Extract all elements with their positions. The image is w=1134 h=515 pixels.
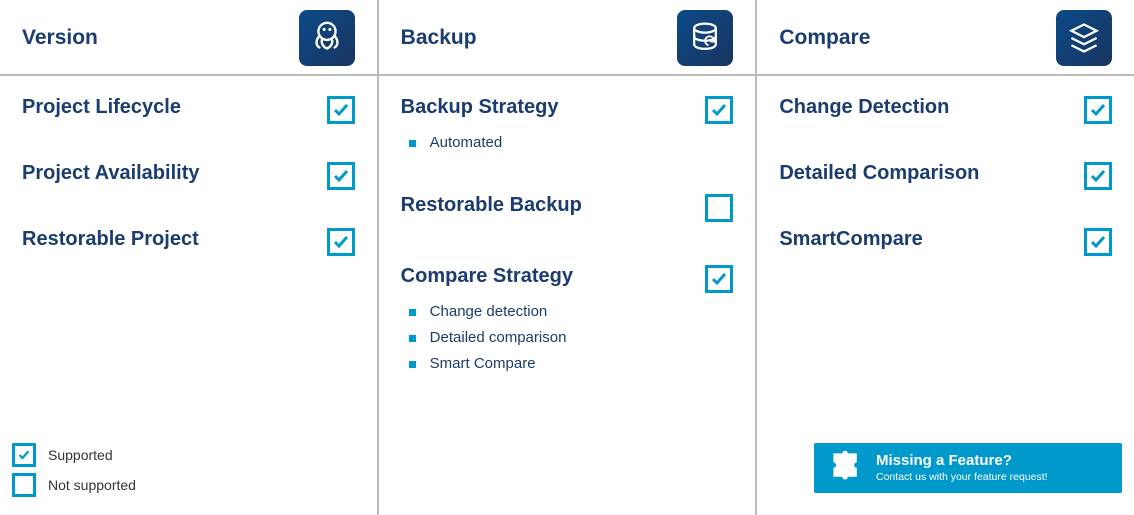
feature-label: SmartCompare [779,226,1084,252]
feature-matrix: Version Project Lifecycle [0,0,1134,515]
feature-label: Backup Strategy [401,94,706,120]
legend-label: Not supported [48,477,136,493]
feature-label: Project Lifecycle [22,94,327,120]
missing-feature-banner[interactable]: Missing a Feature? Contact us with your … [814,443,1122,493]
octopus-icon [299,10,355,66]
feature-sub: Automated [409,130,734,156]
feature-row: Compare Strategy Change detection Detail… [401,263,734,377]
column-title: Version [22,26,98,50]
checkbox [705,96,733,124]
column-backup: Backup Backup Strategy [377,0,756,515]
feature-row: Change Detection [779,94,1112,124]
legend-label: Supported [48,447,113,463]
checkbox [1084,96,1112,124]
checkbox [705,194,733,227]
checkbox [327,162,355,190]
banner-sub: Contact us with your feature request! [876,470,1048,484]
puzzle-icon [828,448,876,489]
column-title: Backup [401,26,477,50]
feature-sub: Detailed comparison [409,325,734,351]
banner-text: Missing a Feature? Contact us with your … [876,452,1048,484]
feature-row: Project Availability [22,160,355,190]
column-compare: Compare Change Detection [755,0,1134,515]
legend: Supported Not supported [12,443,136,503]
layers-icon [1056,10,1112,66]
feature-label: Restorable Project [22,226,327,252]
feature-subs: Change detection Detailed comparison Sma… [409,299,734,377]
column-header: Version [0,0,377,74]
feature-row: Detailed Comparison [779,160,1112,190]
item-list: Project Lifecycle Project Availability R… [0,76,377,256]
feature-label: Compare Strategy [401,263,706,289]
feature-subs: Automated [409,130,734,156]
feature-sub: Change detection [409,299,734,325]
feature-label: Restorable Backup [401,192,706,218]
column-title: Compare [779,26,870,50]
legend-supported: Supported [12,443,136,467]
feature-row: Restorable Project [22,226,355,256]
banner-title: Missing a Feature? [876,452,1048,470]
checkbox [1084,228,1112,256]
column-header: Backup [379,0,756,74]
feature-row: Project Lifecycle [22,94,355,124]
feature-row: Backup Strategy Automated [401,94,734,156]
item-list: Backup Strategy Automated Restorable Bac… [379,76,756,377]
feature-row: SmartCompare [779,226,1112,256]
feature-label: Detailed Comparison [779,160,1084,186]
feature-label: Project Availability [22,160,327,186]
checkbox [327,228,355,256]
column-header: Compare [757,0,1134,74]
feature-label: Change Detection [779,94,1084,120]
checkbox [327,96,355,124]
legend-notsupported: Not supported [12,473,136,497]
column-version: Version Project Lifecycle [0,0,377,515]
feature-sub: Smart Compare [409,351,734,377]
checkbox [705,265,733,293]
feature-row: Restorable Backup [401,192,734,227]
database-icon [677,10,733,66]
columns: Version Project Lifecycle [0,0,1134,515]
checkbox [1084,162,1112,190]
item-list: Change Detection Detailed Comparison Sma… [757,76,1134,256]
